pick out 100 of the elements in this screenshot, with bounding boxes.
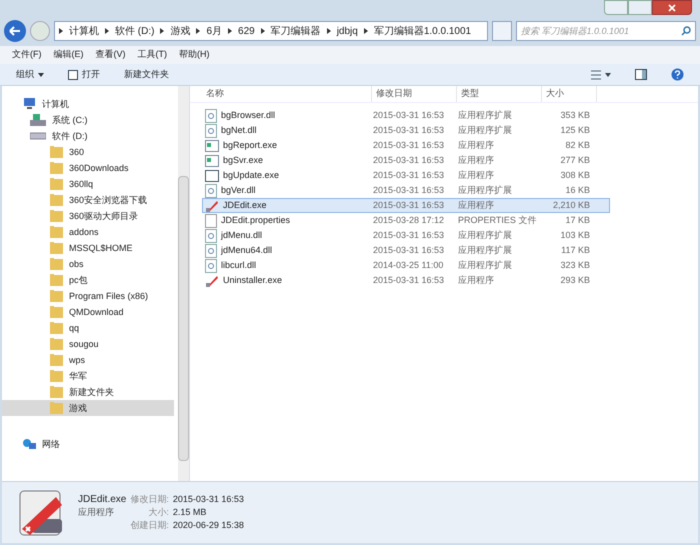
file-name: bgNet.dll <box>221 124 257 137</box>
nav-item[interactable]: QMDownload <box>2 304 174 320</box>
nav-item[interactable]: 360Downloads <box>2 160 174 176</box>
breadcrumb-item[interactable]: 军刀编辑器 <box>268 24 323 38</box>
help-icon[interactable] <box>671 68 684 81</box>
breadcrumb-item[interactable]: 游戏 <box>168 24 192 38</box>
chevron-right-icon[interactable] <box>196 28 200 34</box>
nav-item[interactable]: 360驱动大师目录 <box>2 208 174 224</box>
file-date: 2015-03-31 16:53 <box>373 108 446 122</box>
file-row[interactable]: jdMenu64.dll 2015-03-31 16:53 应用程序扩展 117 KB <box>202 243 610 258</box>
nav-item[interactable]: 华军 <box>2 368 174 384</box>
close-icon <box>668 4 676 12</box>
file-date: 2015-03-31 16:53 <box>373 198 446 212</box>
menu-item[interactable]: 帮助(H) <box>179 48 210 62</box>
nav-item[interactable]: pc包 <box>2 272 174 288</box>
dll-file-icon <box>205 184 217 198</box>
file-row[interactable]: bgNet.dll 2015-03-31 16:53 应用程序扩展 125 KB <box>202 123 610 138</box>
file-row[interactable]: bgSvr.exe 2015-03-31 16:53 应用程序 277 KB <box>202 153 610 168</box>
nav-item[interactable]: sougou <box>2 336 174 352</box>
file-date: 2015-03-31 16:53 <box>373 228 446 242</box>
toolbar-button[interactable]: 打开 <box>68 68 100 82</box>
folder-icon <box>50 194 63 206</box>
nav-item[interactable]: 游戏 <box>2 400 174 416</box>
column-header[interactable]: 名称 <box>190 86 372 102</box>
nav-item[interactable]: 计算机 <box>2 96 174 112</box>
column-header[interactable]: 类型 <box>457 86 542 102</box>
file-row[interactable]: jdMenu.dll 2015-03-31 16:53 应用程序扩展 103 KB <box>202 228 610 243</box>
nav-item[interactable]: 软件 (D:) <box>2 128 174 144</box>
breadcrumb-item[interactable]: jdbjq <box>334 24 360 38</box>
nav-label: sougou <box>69 338 99 351</box>
file-name: jdMenu64.dll <box>221 244 272 257</box>
nav-item[interactable]: 新建文件夹 <box>2 384 174 400</box>
chevron-right-icon[interactable] <box>105 28 109 34</box>
dll-file-icon <box>205 108 217 122</box>
nav-item[interactable]: 系统 (C:) <box>2 112 174 128</box>
file-name: bgSvr.exe <box>223 154 264 167</box>
file-row[interactable]: Uninstaller.exe 2015-03-31 16:53 应用程序 293 KB <box>202 273 610 288</box>
file-row[interactable]: JDEdit.properties 2015-03-28 17:12 PROPERTIES 文件 17 KB <box>202 213 610 228</box>
breadcrumb-item[interactable]: 629 <box>236 24 257 38</box>
scrollbar[interactable] <box>178 86 189 481</box>
file-name: libcurl.dll <box>221 258 256 272</box>
nav-item[interactable]: obs <box>2 256 174 272</box>
chevron-right-icon[interactable] <box>228 28 232 34</box>
back-arrow-icon <box>9 26 21 36</box>
nav-label: qq <box>69 322 80 335</box>
file-row[interactable]: libcurl.dll 2014-03-25 11:00 应用程序扩展 323 KB <box>202 258 610 273</box>
nav-item[interactable]: 360 <box>2 144 174 160</box>
breadcrumb-item[interactable]: 计算机 <box>67 24 101 38</box>
nav-item[interactable]: 网络 <box>2 436 174 452</box>
file-date: 2015-03-28 17:12 <box>373 214 446 227</box>
file-size: 117 KB <box>560 244 590 257</box>
close-button[interactable] <box>652 0 692 15</box>
file-row[interactable]: bgBrowser.dll 2015-03-31 16:53 应用程序扩展 353 KB <box>202 108 610 123</box>
details-value: 2020-06-29 15:38 <box>172 519 244 532</box>
file-row[interactable]: bgVer.dll 2015-03-31 16:53 应用程序扩展 16 KB <box>202 183 610 198</box>
file-row[interactable]: bgReport.exe 2015-03-31 16:53 应用程序 82 KB <box>202 138 610 153</box>
column-header[interactable]: 大小 <box>542 86 597 102</box>
breadcrumb-item[interactable]: 软件 (D:) <box>113 24 156 38</box>
back-button[interactable] <box>4 20 26 42</box>
chevron-right-icon[interactable] <box>364 28 368 34</box>
chevron-right-icon[interactable] <box>260 28 265 34</box>
nav-item[interactable]: Program Files (x86) <box>2 288 174 304</box>
toolbar-button[interactable]: 组织 <box>16 68 44 82</box>
nav-item[interactable]: MSSQL$HOME <box>2 240 174 256</box>
file-date: 2015-03-31 16:53 <box>373 244 446 257</box>
menu-item[interactable]: 编辑(E) <box>54 48 84 62</box>
nav-label: wps <box>69 354 86 367</box>
nav-item[interactable]: 360llq <box>2 176 174 192</box>
breadcrumb-item[interactable]: 6月 <box>204 24 224 38</box>
nav-item[interactable]: 360安全浏览器下载 <box>2 192 174 208</box>
nav-item[interactable]: addons <box>2 224 174 240</box>
menu-item[interactable]: 工具(T) <box>138 48 167 62</box>
view-options-icon[interactable] <box>591 70 611 80</box>
file-type: 应用程序 <box>458 168 495 182</box>
details-value: 2.15 MB <box>172 506 208 519</box>
file-date: 2014-03-25 11:00 <box>373 258 444 272</box>
folder-icon <box>50 258 63 270</box>
column-header[interactable]: 修改日期 <box>372 86 457 102</box>
menu-item[interactable]: 文件(F) <box>12 48 42 62</box>
preview-pane-icon[interactable] <box>635 69 647 80</box>
chevron-right-icon[interactable] <box>59 28 63 34</box>
file-row[interactable]: JDEdit.exe 2015-03-31 16:53 应用程序 2,210 KB <box>202 198 610 213</box>
menu-item[interactable]: 查看(V) <box>96 48 126 62</box>
file-row[interactable]: bgUpdate.exe 2015-03-31 16:53 应用程序 308 KB <box>202 168 610 183</box>
breadcrumb-item[interactable]: 军刀编辑器1.0.0.1001 <box>372 24 474 38</box>
folder-icon <box>50 370 63 382</box>
caret-icon <box>38 72 44 76</box>
toolbar-button[interactable]: 新建文件夹 <box>124 68 169 82</box>
nav-item[interactable]: qq <box>2 320 174 336</box>
chevron-right-icon[interactable] <box>160 28 164 34</box>
nav-item[interactable]: wps <box>2 352 174 368</box>
nav-label: 软件 (D:) <box>52 130 88 143</box>
file-date: 2015-03-31 16:53 <box>373 124 446 137</box>
file-type: 应用程序扩展 <box>458 124 513 137</box>
chevron-right-icon[interactable] <box>326 28 331 34</box>
knife-icon <box>205 198 219 212</box>
folder-icon <box>50 178 63 190</box>
search-field[interactable]: 搜索 军刀编辑器1.0.0.1001 <box>516 21 696 41</box>
details-value: 2015-03-31 16:53 <box>172 493 244 506</box>
address-bar[interactable]: 计算机 软件 (D:) 游戏 6月 629 军刀编辑器 jdbjq 军刀编辑器1.0.0.1001 <box>54 21 488 41</box>
